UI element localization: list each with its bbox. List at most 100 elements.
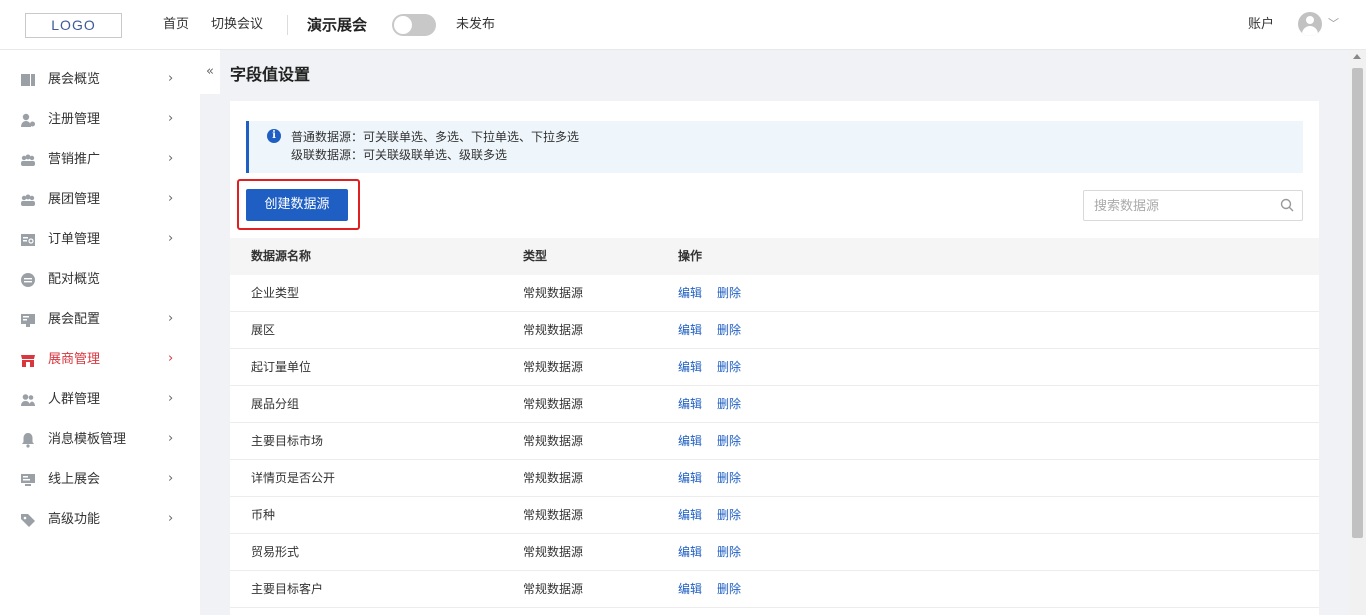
edit-link[interactable]: 编辑 bbox=[678, 507, 702, 524]
store-icon bbox=[21, 355, 35, 367]
edit-link[interactable]: 编辑 bbox=[678, 581, 702, 598]
table-row: 起订量单位 常规数据源 编辑 删除 bbox=[230, 349, 1319, 386]
match-icon bbox=[21, 273, 35, 287]
scroll-thumb[interactable] bbox=[1352, 68, 1363, 538]
table-row: 展品分组 常规数据源 编辑 删除 bbox=[230, 386, 1319, 423]
edit-link[interactable]: 编辑 bbox=[678, 285, 702, 302]
info-alert: i 普通数据源：可关联单选、多选、下拉单选、下拉多选 级联数据源：可关联级联单选… bbox=[246, 121, 1303, 173]
sidebar-item-11[interactable]: 线上展会 › bbox=[0, 460, 200, 500]
edit-link[interactable]: 编辑 bbox=[678, 544, 702, 561]
delete-link[interactable]: 删除 bbox=[717, 285, 741, 302]
table-row: 企业类型 常规数据源 编辑 删除 bbox=[230, 275, 1319, 312]
sidebar-item-label: 展会配置 bbox=[48, 312, 101, 327]
sidebar-item-4[interactable]: 展团管理 › bbox=[0, 180, 200, 220]
sidebar-item-6[interactable]: 配对概览 bbox=[0, 260, 200, 300]
delete-link[interactable]: 删除 bbox=[717, 507, 741, 524]
table-row: 币种 常规数据源 编辑 删除 bbox=[230, 497, 1319, 534]
collapse-sidebar-button[interactable]: « bbox=[200, 50, 220, 94]
chevron-right-icon: › bbox=[168, 311, 174, 326]
sidebar-item-label: 高级功能 bbox=[48, 512, 101, 527]
chevron-right-icon: › bbox=[168, 231, 174, 246]
delete-link[interactable]: 删除 bbox=[717, 433, 741, 450]
event-name: 演示展会 bbox=[307, 16, 368, 34]
datasource-type: 常规数据源 bbox=[523, 397, 584, 411]
delete-link[interactable]: 删除 bbox=[717, 396, 741, 413]
publish-status: 未发布 bbox=[456, 17, 496, 32]
bell-icon bbox=[22, 433, 34, 448]
edit-link[interactable]: 编辑 bbox=[678, 359, 702, 376]
datasource-name: 展品分组 bbox=[251, 397, 300, 411]
tag-icon bbox=[21, 514, 35, 527]
sidebar-item-3[interactable]: 营销推广 › bbox=[0, 140, 200, 180]
edit-link[interactable]: 编辑 bbox=[678, 322, 702, 339]
sidebar-item-12[interactable]: 高级功能 › bbox=[0, 500, 200, 540]
logo[interactable]: LOGO bbox=[25, 13, 122, 38]
sidebar-item-7[interactable]: 展会配置 › bbox=[0, 300, 200, 340]
sidebar-item-1[interactable]: 展会概览 › bbox=[0, 60, 200, 100]
chevron-right-icon: › bbox=[168, 511, 174, 526]
delete-link[interactable]: 删除 bbox=[717, 322, 741, 339]
delete-link[interactable]: 删除 bbox=[717, 544, 741, 561]
table-header: 数据源名称 类型 操作 bbox=[230, 238, 1319, 275]
avatar[interactable] bbox=[1298, 12, 1322, 36]
table-row: 主要目标客户 常规数据源 编辑 删除 bbox=[230, 571, 1319, 608]
top-header: LOGO 首页 切换会议 演示展会 未发布 账户 ﹀ bbox=[0, 0, 1366, 50]
sidebar-item-label: 注册管理 bbox=[48, 112, 101, 127]
sidebar-item-label: 配对概览 bbox=[48, 272, 101, 287]
publish-toggle[interactable] bbox=[392, 14, 436, 36]
edit-link[interactable]: 编辑 bbox=[678, 470, 702, 487]
sidebar-item-label: 人群管理 bbox=[48, 392, 101, 407]
dashboard-icon bbox=[21, 74, 35, 86]
config-icon bbox=[21, 314, 35, 327]
search-field[interactable] bbox=[1083, 190, 1303, 221]
scroll-up-arrow-icon[interactable] bbox=[1353, 54, 1361, 59]
datasource-name: 币种 bbox=[251, 508, 276, 522]
sidebar-item-label: 订单管理 bbox=[48, 232, 101, 247]
sidebar-item-9[interactable]: 人群管理 › bbox=[0, 380, 200, 420]
chevron-right-icon: › bbox=[168, 391, 174, 406]
table-row: 展区 常规数据源 编辑 删除 bbox=[230, 312, 1319, 349]
sidebar-item-8[interactable]: 展商管理 › bbox=[0, 340, 200, 380]
column-header-action: 操作 bbox=[678, 249, 703, 263]
table-row: 贸易形式 常规数据源 编辑 删除 bbox=[230, 534, 1319, 571]
datasource-name: 企业类型 bbox=[251, 286, 300, 300]
account-label[interactable]: 账户 bbox=[1248, 16, 1274, 34]
chevron-right-icon: › bbox=[168, 191, 174, 206]
sidebar-item-label: 消息模板管理 bbox=[48, 432, 127, 447]
group-icon bbox=[21, 194, 35, 206]
info-icon: i bbox=[267, 129, 281, 143]
delete-link[interactable]: 删除 bbox=[717, 359, 741, 376]
datasource-type: 常规数据源 bbox=[523, 434, 584, 448]
page-scrollbar[interactable] bbox=[1349, 50, 1366, 615]
table-row: 主要目标市场 常规数据源 编辑 删除 bbox=[230, 423, 1319, 460]
chevron-right-icon: › bbox=[168, 471, 174, 486]
sidebar-item-label: 线上展会 bbox=[48, 472, 101, 487]
people-icon bbox=[21, 394, 35, 406]
nav-switch-meeting-link[interactable]: 切换会议 bbox=[211, 16, 263, 34]
sidebar-item-10[interactable]: 消息模板管理 › bbox=[0, 420, 200, 460]
delete-link[interactable]: 删除 bbox=[717, 581, 741, 598]
sidebar-item-label: 展商管理 bbox=[48, 352, 101, 367]
table-row: 详情页是否公开 常规数据源 编辑 删除 bbox=[230, 460, 1319, 497]
delete-link[interactable]: 删除 bbox=[717, 470, 741, 487]
search-input[interactable] bbox=[1094, 197, 1274, 215]
nav-home-link[interactable]: 首页 bbox=[163, 16, 189, 34]
chevron-down-icon[interactable]: ﹀ bbox=[1328, 15, 1339, 33]
datasource-name: 主要目标市场 bbox=[251, 434, 324, 448]
chevron-right-icon: › bbox=[168, 111, 174, 126]
edit-link[interactable]: 编辑 bbox=[678, 433, 702, 450]
sidebar-item-2[interactable]: 注册管理 › bbox=[0, 100, 200, 140]
toggle-knob bbox=[394, 16, 412, 34]
page-title: 字段值设置 bbox=[230, 65, 311, 84]
search-icon[interactable] bbox=[1280, 198, 1294, 212]
datasource-name: 贸易形式 bbox=[251, 545, 300, 559]
nav-divider bbox=[287, 15, 288, 35]
sidebar-item-5[interactable]: 订单管理 › bbox=[0, 220, 200, 260]
datasource-type: 常规数据源 bbox=[523, 508, 584, 522]
create-datasource-button[interactable]: 创建数据源 bbox=[246, 189, 348, 221]
user-register-icon bbox=[21, 113, 35, 127]
datasource-name: 主要目标客户 bbox=[251, 582, 324, 596]
chevron-right-icon: › bbox=[168, 351, 174, 366]
column-header-name: 数据源名称 bbox=[251, 249, 312, 263]
edit-link[interactable]: 编辑 bbox=[678, 396, 702, 413]
